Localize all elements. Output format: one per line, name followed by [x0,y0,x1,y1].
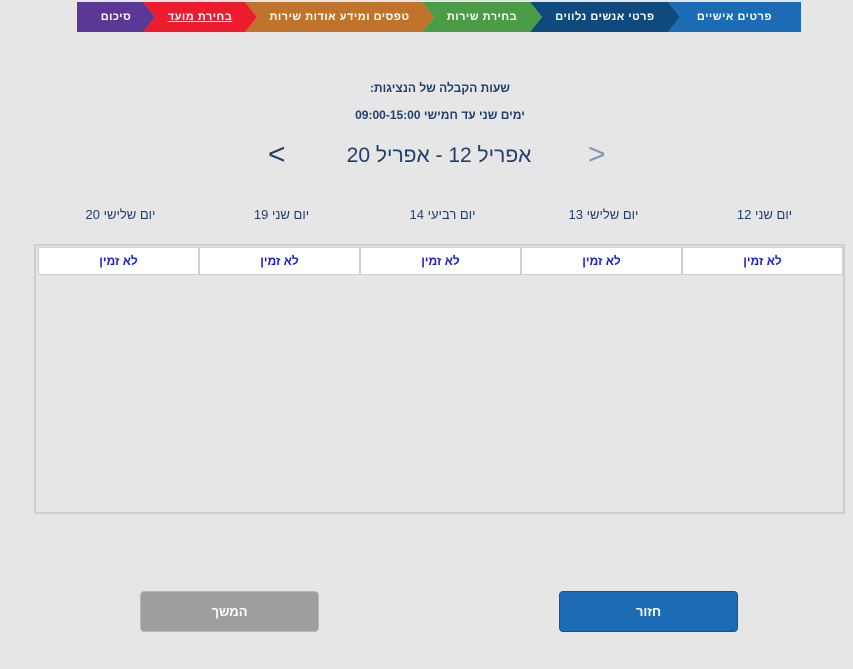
step-forms-and-info[interactable]: טפסים ומידע אודות שירות [245,2,434,32]
previous-week-arrow-icon[interactable]: > [588,140,606,170]
unavailable-slot: לא זמין [199,247,360,275]
unavailable-slot: לא זמין [360,247,521,275]
time-slots-grid: לא זמין לא זמין לא זמין לא זמין לא זמין [34,244,845,514]
step-service-selection[interactable]: בחירת שירות [422,2,542,32]
step-label: פרטי אנשים נלווים [555,11,655,23]
week-range-label: אפריל 12 - אפריל 20 [346,144,532,167]
step-label: בחירת שירות [446,11,518,23]
step-summary[interactable]: סיכום [77,2,155,32]
step-label: טפסים ומידע אודות שירות [269,11,410,23]
step-label: סיכום [100,11,132,23]
step-companions-details[interactable]: פרטי אנשים נלווים [530,2,680,32]
unavailable-slot: לא זמין [521,247,682,275]
step-label: פרטים אישיים [696,11,773,23]
back-button[interactable]: חזור [559,591,738,632]
step-personal-details[interactable]: פרטים אישיים [668,2,801,32]
day-header: יום רביעי 14 [409,207,476,222]
unavailable-slot: לא זמין [682,247,843,275]
next-week-arrow-icon[interactable]: < [268,140,286,170]
day-header: יום שלישי 20 [85,207,156,222]
step-label: בחירת מועד [167,11,233,23]
continue-button[interactable]: המשך [140,591,319,632]
day-header: יום שלישי 13 [568,207,639,222]
day-header: יום שני 19 [253,207,310,222]
day-header: יום שני 12 [736,207,793,222]
reception-hours-text: ימים שני עד חמישי 09:00-15:00 [355,108,525,122]
unavailable-slot: לא זמין [38,247,199,275]
step-date-selection-active[interactable]: בחירת מועד [143,2,257,32]
reception-hours-title: שעות הקבלה של הנציגות: [370,81,510,95]
progress-steps: פרטים אישיים פרטי אנשים נלווים בחירת שיר… [77,2,801,32]
